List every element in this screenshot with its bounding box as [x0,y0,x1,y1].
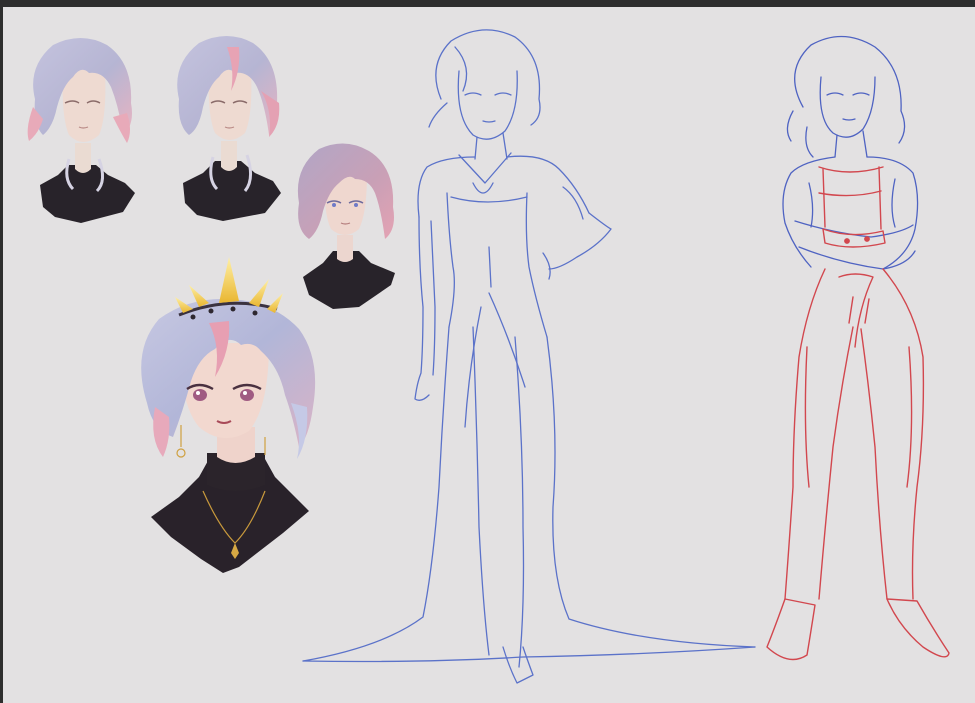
head-study-1 [27,38,135,223]
casual-figure-sketch [766,35,950,661]
crowned-portrait [141,257,316,573]
artwork [27,29,950,684]
drawing-canvas[interactable] [3,7,975,703]
app-frame [0,0,975,703]
gown-figure-sketch [302,29,756,684]
window-top-bar [0,0,975,7]
head-study-2 [177,36,281,221]
head-study-3 [297,143,395,309]
